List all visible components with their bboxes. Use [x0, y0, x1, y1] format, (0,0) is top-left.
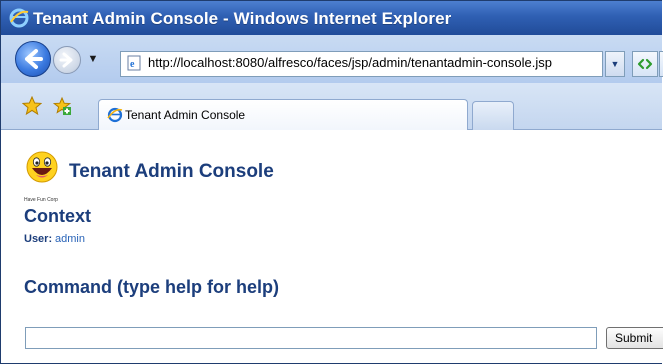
- stop-button[interactable]: [659, 51, 663, 77]
- logo-caption: Have Fun Corp: [24, 197, 58, 203]
- tab-label[interactable]: Tenant Admin Console: [125, 108, 245, 122]
- page-icon: e: [127, 55, 141, 71]
- recent-pages-dropdown[interactable]: ▼: [85, 51, 101, 67]
- address-url[interactable]: http://localhost:8080/alfresco/faces/jsp…: [148, 55, 552, 70]
- command-heading: Command (type help for help): [24, 277, 280, 297]
- context-heading: Context: [24, 206, 91, 226]
- forward-button[interactable]: [53, 46, 81, 74]
- new-tab-button[interactable]: [472, 101, 514, 130]
- chevron-down-icon: ▼: [610, 59, 620, 69]
- refresh-button[interactable]: [632, 51, 658, 77]
- smiley-logo-icon: [26, 151, 58, 183]
- browser-window: Tenant Admin Console - Windows Internet …: [0, 0, 663, 364]
- ie-logo-icon: [9, 8, 29, 28]
- user-value: admin: [55, 233, 85, 245]
- address-dropdown-button[interactable]: ▼: [605, 51, 625, 77]
- refresh-icon: [637, 58, 653, 70]
- back-button[interactable]: [15, 41, 51, 77]
- svg-text:e: e: [130, 59, 135, 70]
- page-title: Tenant Admin Console: [69, 161, 274, 182]
- forward-arrow-icon: [59, 52, 73, 68]
- window-title: Tenant Admin Console - Windows Internet …: [33, 9, 452, 28]
- submit-button[interactable]: Submit: [606, 327, 663, 349]
- add-favorite-icon[interactable]: [52, 96, 72, 116]
- title-bar: Tenant Admin Console - Windows Internet …: [1, 1, 662, 35]
- ie-page-icon: [107, 107, 123, 123]
- dropdown-arrow-icon: ▼: [87, 53, 99, 65]
- favorites-star-icon[interactable]: [22, 96, 42, 116]
- user-label: User:: [24, 233, 53, 245]
- back-arrow-icon: [25, 49, 43, 69]
- command-input[interactable]: [25, 327, 597, 349]
